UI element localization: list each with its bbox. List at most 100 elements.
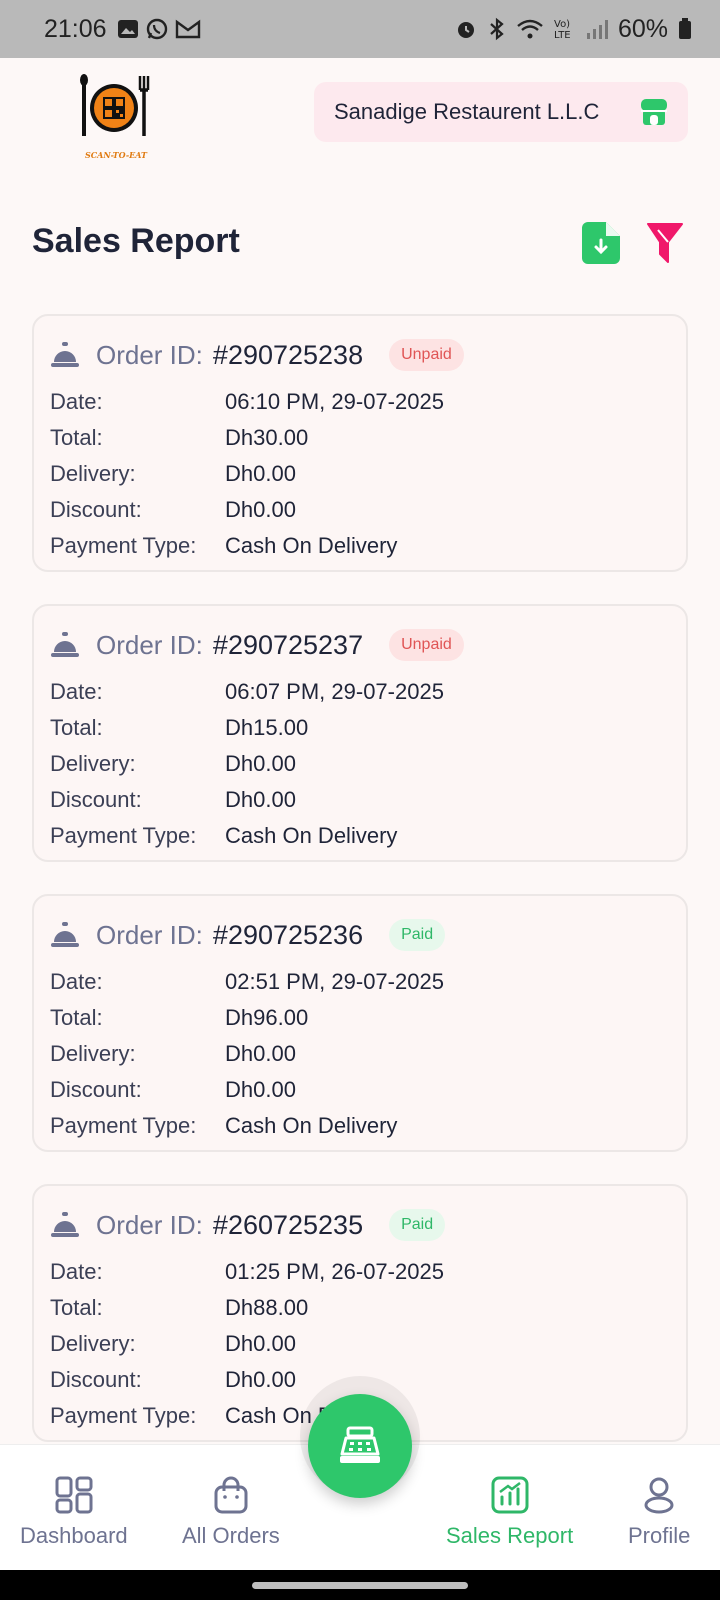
payment-status-badge: Paid <box>389 1209 446 1241</box>
order-id-label: Order ID: <box>96 339 203 370</box>
date-row: Date: 01:25 PM, 26-07-2025 <box>50 1254 670 1290</box>
nav-label: Dashboard <box>20 1523 128 1548</box>
date-value: 02:51 PM, 29-07-2025 <box>225 969 444 994</box>
nav-sales-report[interactable]: Sales Report <box>446 1475 573 1549</box>
pos-fab-button[interactable] <box>308 1394 412 1498</box>
order-card-header: Order ID: #290725238 Unpaid <box>50 330 670 380</box>
order-id-value: #290725237 <box>212 629 364 660</box>
image-icon <box>117 20 138 38</box>
date-value: 06:10 PM, 29-07-2025 <box>225 389 444 414</box>
gmail-icon <box>175 19 200 39</box>
total-label: Total: <box>50 715 103 740</box>
order-card[interactable]: Order ID: #290725238 Unpaid Date: 06:10 P… <box>32 314 688 572</box>
nav-label: All Orders <box>182 1523 280 1548</box>
discount-label: Discount: <box>50 787 142 812</box>
cash-register-icon <box>340 1426 380 1463</box>
date-row: Date: 02:51 PM, 29-07-2025 <box>50 964 670 1000</box>
order-id-value: #290725236 <box>212 919 364 950</box>
payment-type-value: Cash On Delivery <box>225 1113 398 1138</box>
payment-type-value: Cash On Delivery <box>225 533 398 558</box>
delivery-row: Delivery: Dh0.00 <box>50 456 670 492</box>
nav-label: Profile <box>628 1523 691 1548</box>
payment-type-row: Payment Type: Cash On Delivery <box>50 528 670 564</box>
order-id-label: Order ID: <box>96 629 203 660</box>
date-row: Date: 06:07 PM, 29-07-2025 <box>50 674 670 710</box>
discount-value: Dh0.00 <box>225 497 296 522</box>
payment-type-label: Payment Type: <box>50 1403 197 1428</box>
service-bell-icon <box>51 342 79 367</box>
total-label: Total: <box>50 1295 103 1320</box>
nav-dashboard[interactable]: Dashboard <box>20 1475 128 1549</box>
payment-type-row: Payment Type: Cash On Delivery <box>50 818 670 854</box>
logo-text: SCAN-TO-EAT <box>85 150 148 160</box>
bluetooth-icon <box>490 17 504 41</box>
store-icon <box>641 99 667 125</box>
order-id-value: #260725235 <box>212 1209 364 1240</box>
delivery-value: Dh0.00 <box>225 1041 296 1066</box>
delivery-value: Dh0.00 <box>225 461 296 486</box>
total-row: Total: Dh96.00 <box>50 1000 670 1036</box>
nav-all-orders[interactable]: All Orders <box>182 1475 280 1549</box>
payment-type-label: Payment Type: <box>50 533 197 558</box>
date-label: Date: <box>50 389 103 414</box>
discount-label: Discount: <box>50 497 142 522</box>
orders-list: Order ID: #290725238 Unpaid Date: 06:10 P… <box>32 314 688 1474</box>
date-row: Date: 06:10 PM, 29-07-2025 <box>50 384 670 420</box>
total-value: Dh96.00 <box>225 1005 309 1030</box>
delivery-value: Dh0.00 <box>225 751 296 776</box>
order-card[interactable]: Order ID: #290725236 Paid Date: 02:51 PM,… <box>32 894 688 1152</box>
person-icon <box>644 1477 674 1514</box>
order-card-header: Order ID: #260725235 Paid <box>50 1200 670 1250</box>
date-label: Date: <box>50 969 103 994</box>
battery-percent: 60% <box>617 14 668 43</box>
order-card[interactable]: Order ID: #290725237 Unpaid Date: 06:07 P… <box>32 604 688 862</box>
service-bell-icon <box>51 1212 79 1237</box>
delivery-row: Delivery: Dh0.00 <box>50 1036 670 1072</box>
svg-text:Vo): Vo) <box>554 19 570 30</box>
export-report-icon[interactable] <box>582 222 620 264</box>
nav-label: Sales Report <box>446 1523 574 1548</box>
battery-icon <box>679 18 691 39</box>
service-bell-icon <box>51 632 79 657</box>
total-value: Dh30.00 <box>225 425 309 450</box>
total-row: Total: Dh30.00 <box>50 420 670 456</box>
payment-type-row: Payment Type: Cash On Delivery <box>50 1108 670 1144</box>
delivery-row: Delivery: Dh0.00 <box>50 746 670 782</box>
status-left: 21:06 <box>44 15 201 44</box>
total-value: Dh88.00 <box>225 1295 309 1320</box>
discount-row: Discount: Dh0.00 <box>50 782 670 818</box>
discount-row: Discount: Dh0.00 <box>50 1072 670 1108</box>
total-value: Dh15.00 <box>225 715 309 740</box>
order-id-label: Order ID: <box>96 919 203 950</box>
filter-icon[interactable] <box>646 222 684 264</box>
delivery-value: Dh0.00 <box>225 1331 296 1356</box>
signal-icon <box>586 20 608 39</box>
delivery-label: Delivery: <box>50 461 136 486</box>
notification-icons <box>117 17 201 41</box>
discount-label: Discount: <box>50 1367 142 1392</box>
discount-label: Discount: <box>50 1077 142 1102</box>
status-bar: 21:06 Vo) LTE 60% <box>0 0 720 58</box>
delivery-label: Delivery: <box>50 751 136 776</box>
restaurant-selector[interactable]: Sanadige Restaurent L.L.C <box>314 82 688 142</box>
wifi-icon <box>517 19 543 39</box>
date-value: 06:07 PM, 29-07-2025 <box>225 679 444 704</box>
discount-value: Dh0.00 <box>225 787 296 812</box>
order-card-header: Order ID: #290725237 Unpaid <box>50 620 670 670</box>
order-id-label: Order ID: <box>96 1209 203 1240</box>
date-label: Date: <box>50 679 103 704</box>
total-row: Total: Dh88.00 <box>50 1290 670 1326</box>
payment-type-label: Payment Type: <box>50 1113 197 1138</box>
payment-type-value: Cash On Delivery <box>225 823 398 848</box>
alarm-icon <box>457 22 474 38</box>
home-gesture-handle[interactable] <box>252 1582 468 1589</box>
total-row: Total: Dh15.00 <box>50 710 670 746</box>
nav-profile[interactable]: Profile <box>628 1475 690 1549</box>
volte-icon: Vo)LTE <box>554 19 571 41</box>
grid-icon <box>55 1476 93 1514</box>
order-id-value: #290725238 <box>212 339 364 370</box>
app-header: SCAN-TO-EAT Sanadige Restaurent L.L.C <box>0 58 720 188</box>
order-card-header: Order ID: #290725236 Paid <box>50 910 670 960</box>
scan-to-eat-logo: SCAN-TO-EAT <box>76 72 156 162</box>
date-value: 01:25 PM, 26-07-2025 <box>225 1259 444 1284</box>
